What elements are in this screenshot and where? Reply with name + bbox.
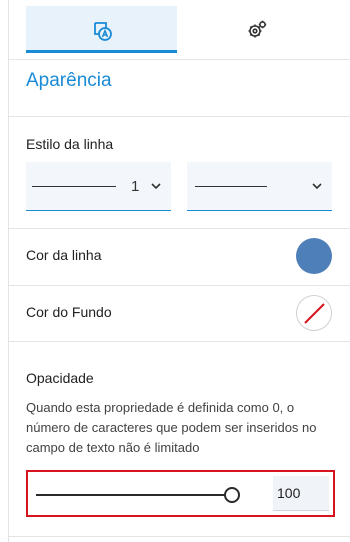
chevron-down-icon (151, 183, 161, 190)
line-width-value: 1 (131, 178, 140, 195)
opacity-slider-track[interactable] (36, 494, 232, 496)
opacity-slider-thumb[interactable] (224, 487, 240, 503)
line-color-label: Cor da linha (26, 247, 102, 263)
line-width-select[interactable]: 1 (26, 162, 171, 211)
tab-settings[interactable] (181, 6, 332, 53)
opacity-value-input[interactable] (273, 476, 329, 511)
line-dash-preview (195, 186, 267, 187)
line-style-label: Estilo da linha (26, 136, 114, 152)
line-width-preview (32, 186, 116, 187)
tabs-divider (8, 59, 350, 60)
opacity-label: Opacidade (26, 370, 94, 386)
line-color-swatch[interactable] (296, 238, 332, 274)
gear-settings-icon (248, 20, 266, 37)
panel-tabs (26, 6, 332, 53)
no-color-icon (304, 303, 325, 324)
row-divider (8, 228, 350, 229)
line-dash-select[interactable] (187, 162, 332, 211)
panel-left-border (8, 0, 9, 542)
tab-appearance[interactable] (26, 6, 177, 53)
background-color-label: Cor do Fundo (26, 304, 112, 320)
bottom-divider (8, 536, 350, 537)
section-divider (8, 116, 350, 117)
opacity-help-text: Quando esta propriedade é definida como … (26, 400, 317, 455)
background-color-swatch[interactable] (296, 295, 332, 331)
row-divider (8, 285, 350, 286)
row-divider (8, 341, 350, 342)
section-title: Aparência (26, 70, 112, 91)
chevron-down-icon (312, 183, 322, 190)
appearance-text-icon (93, 21, 112, 41)
